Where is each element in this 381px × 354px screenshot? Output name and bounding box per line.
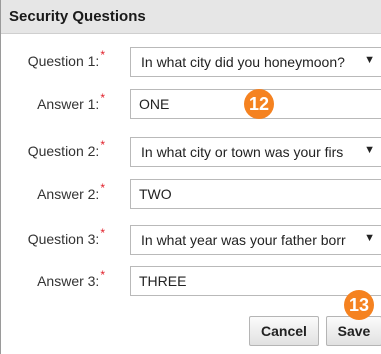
question-3-selected-value: In what year was your father borr	[141, 232, 346, 248]
label-text: Question 3:	[27, 231, 100, 247]
question-1-selected-value: In what city did you honeymoon?	[141, 54, 345, 70]
required-asterisk: *	[100, 181, 105, 195]
step-marker-badge: 13	[344, 290, 374, 320]
chevron-down-icon: ▼	[364, 54, 375, 66]
panel-title: Security Questions	[9, 8, 146, 25]
answer-2-input[interactable]: TWO	[130, 179, 381, 209]
required-asterisk: *	[100, 138, 105, 152]
answer-1-label: Answer 1:*	[1, 91, 105, 112]
label-text: Answer 1:	[37, 96, 100, 112]
label-text: Question 2:	[27, 143, 100, 159]
answer-2-value: TWO	[139, 186, 172, 202]
question-2-selected-value: In what city or town was your firs	[141, 144, 344, 160]
required-asterisk: *	[100, 48, 105, 62]
answer-3-input[interactable]: THREE	[130, 266, 381, 296]
question-3-label: Question 3:*	[1, 226, 105, 247]
panel-header: Security Questions	[1, 0, 381, 34]
answer-3-label: Answer 3:*	[1, 268, 105, 289]
chevron-down-icon: ▼	[364, 144, 375, 156]
question-2-label: Question 2:*	[1, 138, 105, 159]
answer-3-value: THREE	[139, 273, 187, 289]
question-1-label: Question 1:*	[1, 48, 105, 69]
cancel-button[interactable]: Cancel	[249, 316, 319, 346]
required-asterisk: *	[100, 91, 105, 105]
question-3-select[interactable]: In what year was your father borr ▼	[130, 225, 381, 255]
label-text: Answer 3:	[37, 273, 100, 289]
label-text: Question 1:	[27, 53, 100, 69]
answer-2-label: Answer 2:*	[1, 181, 105, 202]
step-marker-badge: 12	[244, 89, 274, 119]
question-1-select[interactable]: In what city did you honeymoon? ▼	[130, 47, 381, 77]
required-asterisk: *	[100, 226, 105, 240]
save-button[interactable]: Save	[326, 316, 381, 346]
question-2-select[interactable]: In what city or town was your firs ▼	[130, 137, 381, 167]
label-text: Answer 2:	[37, 186, 100, 202]
required-asterisk: *	[100, 268, 105, 282]
chevron-down-icon: ▼	[364, 232, 375, 244]
answer-1-value: ONE	[139, 96, 170, 112]
security-questions-panel: Security Questions Question 1:* In what …	[0, 0, 381, 354]
